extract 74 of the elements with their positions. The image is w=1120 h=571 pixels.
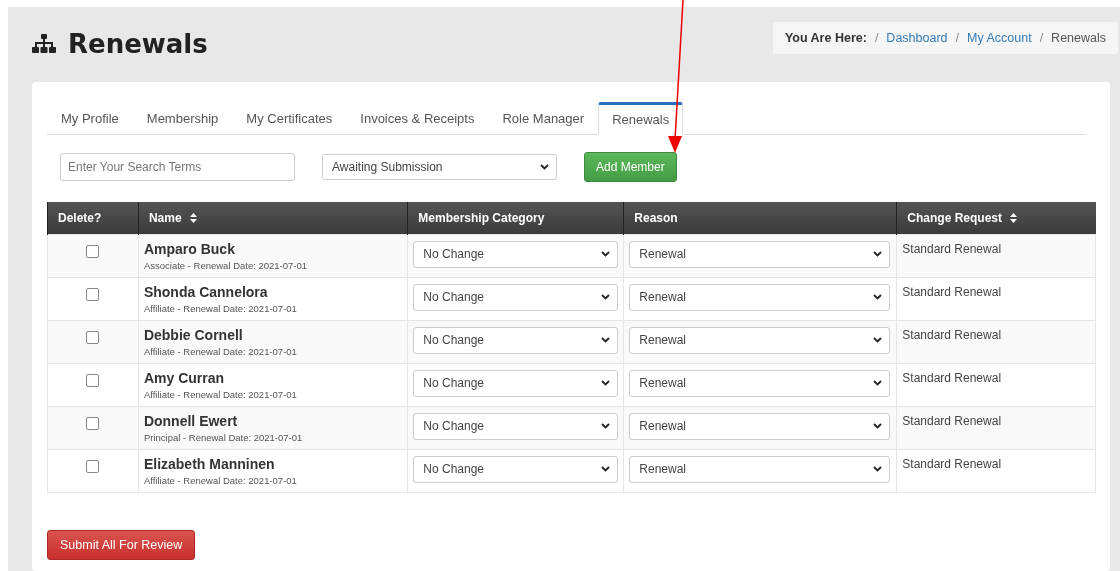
sort-icon bbox=[189, 212, 197, 223]
delete-checkbox[interactable] bbox=[86, 373, 100, 387]
chevron-icon bbox=[601, 251, 611, 257]
category-dropdown[interactable]: No Change bbox=[413, 412, 619, 440]
column-header: Reason bbox=[623, 202, 897, 234]
category-dropdown[interactable]: No Change bbox=[413, 240, 619, 268]
submit-review-button[interactable]: Submit All For Review bbox=[47, 529, 196, 560]
member-name: Amy Curran bbox=[143, 369, 226, 386]
page-title: Renewals bbox=[68, 28, 208, 59]
chevron-icon bbox=[601, 337, 611, 343]
tab[interactable]: Membership bbox=[132, 102, 233, 135]
chevron-icon bbox=[873, 423, 883, 429]
status-dropdown[interactable]: Awaiting Submission bbox=[322, 154, 557, 180]
chevron-icon bbox=[601, 380, 611, 386]
chevron-icon bbox=[873, 337, 883, 343]
breadcrumb-separator: / bbox=[1039, 30, 1044, 45]
chevron-icon bbox=[601, 423, 611, 429]
column-header: Membership Category bbox=[407, 202, 624, 234]
change-request: Standard Renewal bbox=[902, 241, 1003, 256]
tab[interactable]: My Certificates bbox=[232, 102, 347, 135]
member-detail: Associate - Renewal Date: 2021-07-01 bbox=[143, 259, 309, 271]
sort-icon bbox=[1010, 212, 1017, 223]
member-name: Donnell Ewert bbox=[143, 412, 239, 429]
breadcrumb-link[interactable]: My Account bbox=[967, 30, 1032, 45]
chevron-icon bbox=[873, 466, 883, 472]
delete-checkbox[interactable] bbox=[86, 416, 100, 430]
category-dropdown[interactable]: No Change bbox=[413, 283, 619, 311]
sitemap-icon bbox=[32, 33, 56, 54]
reason-dropdown[interactable]: Renewal bbox=[629, 326, 891, 354]
chevron-icon bbox=[540, 164, 549, 170]
breadcrumb-separator: / bbox=[874, 30, 879, 45]
delete-checkbox[interactable] bbox=[86, 330, 100, 344]
delete-checkbox[interactable] bbox=[86, 459, 100, 473]
member-detail: Affiliate - Renewal Date: 2021-07-01 bbox=[143, 474, 298, 486]
reason-dropdown[interactable]: Renewal bbox=[629, 412, 891, 440]
column-header[interactable]: Name bbox=[138, 202, 408, 234]
chevron-icon bbox=[601, 466, 611, 472]
tab[interactable]: Renewals bbox=[598, 102, 684, 135]
change-request: Standard Renewal bbox=[902, 370, 1003, 385]
change-request: Standard Renewal bbox=[902, 413, 1003, 428]
tab[interactable]: Invoices & Receipts bbox=[346, 102, 489, 135]
chevron-icon bbox=[873, 380, 883, 386]
category-dropdown[interactable]: No Change bbox=[413, 369, 619, 397]
chevron-icon bbox=[873, 251, 883, 257]
breadcrumb-separator: / bbox=[955, 30, 959, 45]
member-detail: Affiliate - Renewal Date: 2021-07-01 bbox=[143, 388, 298, 400]
delete-checkbox[interactable] bbox=[86, 244, 100, 258]
breadcrumb-current: Renewals bbox=[1051, 30, 1106, 45]
category-dropdown[interactable]: No Change bbox=[413, 455, 619, 483]
reason-dropdown[interactable]: Renewal bbox=[629, 369, 891, 397]
breadcrumb-label: You Are Here: bbox=[784, 30, 867, 45]
member-detail: Principal - Renewal Date: 2021-07-01 bbox=[143, 431, 304, 443]
delete-checkbox[interactable] bbox=[86, 287, 100, 301]
column-header: Delete? bbox=[47, 202, 139, 234]
column-header[interactable]: Change Request bbox=[896, 202, 1096, 234]
chevron-icon bbox=[601, 294, 611, 300]
tab[interactable]: My Profile bbox=[47, 102, 133, 135]
category-dropdown[interactable]: No Change bbox=[413, 326, 619, 354]
member-name: Elizabeth Manninen bbox=[143, 455, 276, 472]
reason-dropdown[interactable]: Renewal bbox=[629, 455, 891, 483]
change-request: Standard Renewal bbox=[902, 284, 1003, 299]
reason-dropdown[interactable]: Renewal bbox=[629, 240, 891, 268]
member-name: Shonda Cannelora bbox=[143, 283, 269, 300]
breadcrumb-link[interactable]: Dashboard bbox=[886, 30, 948, 45]
search-field[interactable]: Enter Your Search Terms bbox=[60, 153, 295, 181]
reason-dropdown[interactable]: Renewal bbox=[629, 283, 891, 311]
chevron-icon bbox=[873, 294, 883, 300]
change-request: Standard Renewal bbox=[902, 327, 1003, 342]
member-detail: Affiliate - Renewal Date: 2021-07-01 bbox=[143, 345, 298, 357]
member-name: Debbie Cornell bbox=[143, 326, 244, 343]
tab[interactable]: Role Manager bbox=[488, 102, 599, 135]
member-detail: Affiliate - Renewal Date: 2021-07-01 bbox=[143, 302, 298, 314]
change-request: Standard Renewal bbox=[902, 456, 1003, 471]
member-name: Amparo Buck bbox=[143, 240, 236, 257]
